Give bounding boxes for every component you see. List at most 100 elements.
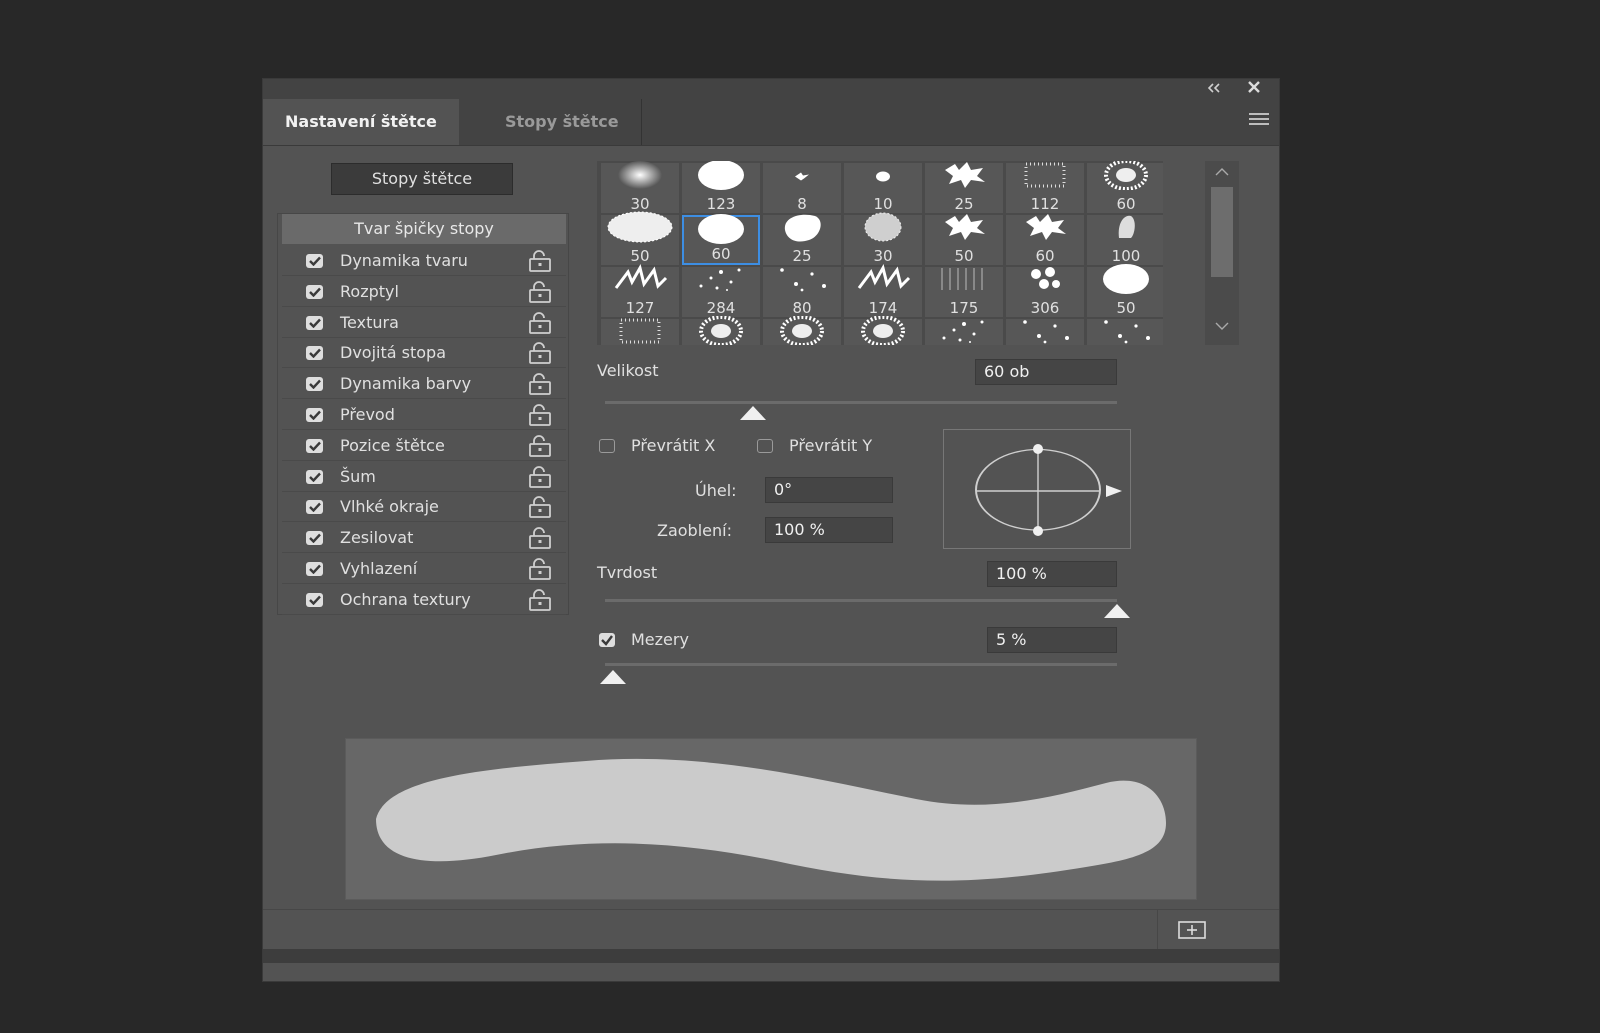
brush-preset-scatter[interactable]: 284: [682, 267, 760, 317]
size-slider-track[interactable]: [605, 401, 1117, 404]
brush-tip-icon: [696, 213, 746, 249]
brush-preset-flower[interactable]: 306: [1006, 267, 1084, 317]
brush-preset-leaf[interactable]: 60: [1006, 214, 1084, 265]
flip-x-checkbox[interactable]: [599, 439, 615, 453]
lock-icon[interactable]: [528, 465, 552, 488]
option-row[interactable]: Vlhké okraje: [282, 492, 566, 523]
option-checkbox[interactable]: [306, 592, 323, 607]
new-brush-button[interactable]: [1157, 909, 1225, 949]
panel-footer: [263, 909, 1279, 949]
spacing-slider-track[interactable]: [605, 663, 1117, 666]
panel-title-bar: [263, 79, 1279, 99]
hardness-field[interactable]: 100 %: [987, 561, 1117, 587]
option-row[interactable]: Šum: [282, 462, 566, 492]
option-row[interactable]: Pozice štětce: [282, 431, 566, 461]
flip-y-checkbox[interactable]: [757, 439, 773, 453]
brush-preset-hard-small[interactable]: 10: [844, 163, 922, 213]
brush-preset-dots[interactable]: [1006, 319, 1084, 345]
angle-roundness-widget[interactable]: [943, 429, 1131, 549]
brush-preset-hatch[interactable]: 175: [925, 267, 1003, 317]
option-row[interactable]: Dynamika tvaru: [282, 246, 566, 276]
brush-preset-splat[interactable]: 8: [763, 163, 841, 213]
lock-icon[interactable]: [528, 342, 552, 365]
spacing-field[interactable]: 5 %: [987, 627, 1117, 653]
tab-brushes[interactable]: Stopy štětce: [483, 99, 642, 145]
brush-preset-leaf[interactable]: 25: [925, 161, 1003, 213]
chevron-up-icon[interactable]: [1205, 165, 1239, 179]
brush-preset-fuzzy[interactable]: 30: [844, 212, 922, 265]
option-row[interactable]: Rozptyl: [282, 277, 566, 307]
hardness-slider-track[interactable]: [605, 599, 1117, 602]
brush-tip-icon: [691, 264, 751, 298]
lock-icon[interactable]: [528, 588, 552, 611]
brush-preset-blob[interactable]: 25: [763, 214, 841, 265]
brush-preset-texture[interactable]: 112: [1006, 162, 1084, 213]
option-row[interactable]: Dvojitá stopa: [282, 338, 566, 369]
option-row[interactable]: Zesilovat: [282, 523, 566, 554]
option-checkbox[interactable]: [306, 408, 323, 422]
brush-size-label: 60: [1035, 247, 1055, 265]
option-label: Vyhlazení: [340, 559, 418, 578]
option-label: Ochrana textury: [340, 589, 471, 609]
option-row[interactable]: Textura: [282, 308, 566, 338]
brush-preset-sponge[interactable]: [763, 315, 841, 345]
brush-tip-icon: [941, 161, 987, 194]
lock-icon[interactable]: [528, 311, 552, 334]
brush-tip-icon: [698, 315, 744, 345]
lock-icon[interactable]: [528, 404, 552, 426]
scrollbar-thumb[interactable]: [1211, 187, 1233, 277]
brush-preset-sponge[interactable]: [844, 315, 922, 345]
close-icon[interactable]: [1243, 80, 1265, 98]
lock-icon[interactable]: [528, 496, 552, 519]
spacing-checkbox[interactable]: [599, 633, 615, 647]
brush-preset-soft[interactable]: 30: [601, 161, 679, 213]
brush-preset-grass[interactable]: 174: [844, 264, 922, 317]
roundness-field[interactable]: 100 %: [765, 517, 893, 543]
lock-icon[interactable]: [528, 373, 552, 396]
brush-preset-sponge[interactable]: [682, 315, 760, 345]
lock-icon[interactable]: [528, 558, 552, 580]
lock-icon[interactable]: [528, 527, 552, 550]
option-label: Vlhké okraje: [340, 497, 439, 517]
brush-preset-grass[interactable]: 127: [601, 264, 679, 317]
brushes-button[interactable]: Stopy štětce: [331, 163, 513, 195]
lock-icon[interactable]: [528, 280, 552, 303]
brush-preset-dots[interactable]: [1087, 319, 1163, 345]
size-field[interactable]: 60 ob: [975, 359, 1117, 385]
option-checkbox[interactable]: [306, 469, 323, 484]
panel-menu-icon[interactable]: [1249, 113, 1269, 128]
double-chevron-left-icon[interactable]: [1203, 80, 1225, 98]
brush-preset-texture[interactable]: [601, 318, 679, 345]
option-checkbox[interactable]: [306, 438, 323, 453]
brush-preset-dots[interactable]: 80: [763, 267, 841, 317]
brush-tip-shape-item[interactable]: Tvar špičky stopy: [282, 214, 566, 244]
brush-preset-bristle[interactable]: 100: [1087, 215, 1163, 265]
chevron-down-icon[interactable]: [1205, 319, 1239, 333]
option-row[interactable]: Vyhlazení: [282, 554, 566, 584]
brush-preset-scatter[interactable]: [925, 319, 1003, 345]
brush-preset-spray[interactable]: 50: [601, 211, 679, 265]
option-checkbox[interactable]: [306, 284, 323, 299]
brush-preset-hard[interactable]: 60: [682, 213, 760, 265]
option-checkbox[interactable]: [306, 254, 323, 268]
lock-icon[interactable]: [528, 434, 552, 457]
option-checkbox[interactable]: [306, 315, 323, 330]
resize-grip[interactable]: [263, 949, 1279, 963]
brush-preset-sponge[interactable]: 60: [1087, 161, 1163, 213]
option-row[interactable]: Dynamika barvy: [282, 369, 566, 400]
option-row[interactable]: Ochrana textury: [282, 585, 566, 615]
brush-preset-hard[interactable]: 123: [682, 161, 760, 213]
brush-tip-icon: [1113, 212, 1139, 246]
option-checkbox[interactable]: [306, 500, 323, 515]
option-checkbox[interactable]: [306, 346, 323, 361]
angle-field[interactable]: 0°: [765, 477, 893, 503]
brush-preset-leaf[interactable]: 50: [925, 214, 1003, 265]
preset-scrollbar[interactable]: [1205, 161, 1239, 345]
brush-preset-hard[interactable]: 50: [1087, 264, 1163, 317]
option-checkbox[interactable]: [306, 377, 323, 392]
option-checkbox[interactable]: [306, 562, 323, 576]
lock-icon[interactable]: [528, 250, 552, 272]
option-row[interactable]: Převod: [282, 400, 566, 430]
tab-brush-settings[interactable]: Nastavení štětce: [263, 99, 459, 145]
option-checkbox[interactable]: [306, 531, 323, 546]
